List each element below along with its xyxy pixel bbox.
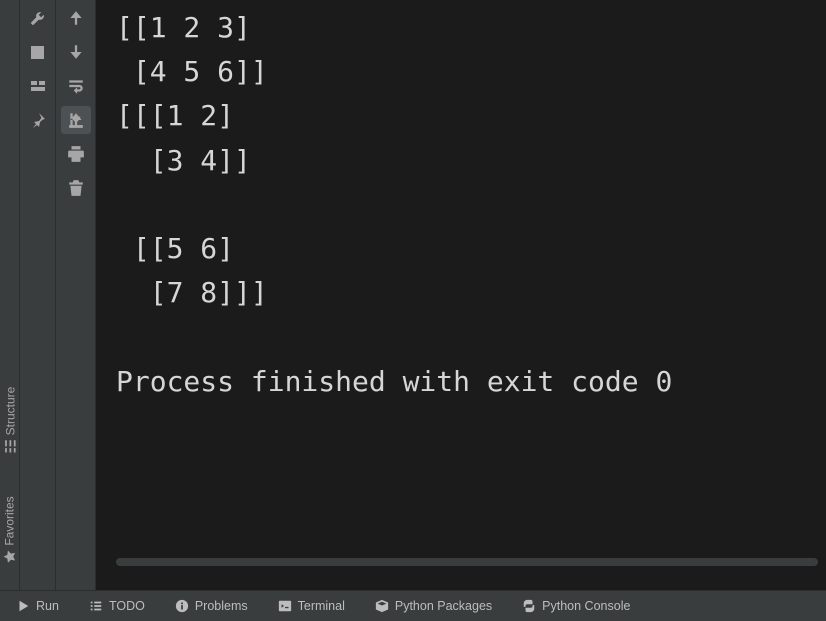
tool-python-console-label: Python Console	[542, 599, 630, 613]
run-gutter	[20, 0, 56, 590]
horizontal-scrollbar[interactable]	[116, 558, 818, 566]
restart-button[interactable]	[24, 4, 52, 32]
left-tab-favorites-label: Favorites	[3, 496, 17, 545]
console-output: [[1 2 3] [4 5 6]] [[[1 2] [3 4]] [[5 6] …	[96, 0, 826, 566]
trash-icon	[67, 179, 85, 197]
stop-icon	[31, 46, 44, 59]
terminal-icon	[278, 599, 292, 613]
list-icon	[89, 599, 103, 613]
info-icon	[175, 599, 189, 613]
tool-terminal-label: Terminal	[298, 599, 345, 613]
bottom-tool-bar: Run TODO Problems Terminal Python Packag…	[0, 590, 826, 621]
soft-wrap-button[interactable]	[61, 72, 91, 100]
left-tab-structure-label: Structure	[3, 387, 17, 436]
layout-button[interactable]	[24, 72, 52, 100]
wrap-icon	[67, 77, 85, 95]
stop-button[interactable]	[24, 38, 52, 66]
pin-button[interactable]	[24, 106, 52, 134]
arrow-up-icon	[67, 9, 85, 27]
printer-icon	[67, 145, 85, 163]
python-icon	[522, 599, 536, 613]
tool-python-packages-label: Python Packages	[395, 599, 492, 613]
scroll-to-end-button[interactable]	[61, 106, 91, 134]
packages-icon	[375, 599, 389, 613]
tool-python-packages[interactable]: Python Packages	[365, 595, 502, 617]
tool-run[interactable]: Run	[6, 595, 69, 617]
arrow-down-icon	[67, 43, 85, 61]
wrench-icon	[30, 10, 46, 26]
tool-problems-label: Problems	[195, 599, 248, 613]
clear-all-button[interactable]	[61, 174, 91, 202]
left-tab-structure[interactable]: Structure	[0, 380, 20, 460]
console-gutter	[56, 0, 96, 590]
play-icon	[16, 599, 30, 613]
structure-icon	[3, 439, 17, 453]
previous-button[interactable]	[61, 4, 91, 32]
tool-terminal[interactable]: Terminal	[268, 595, 355, 617]
tool-todo[interactable]: TODO	[79, 595, 155, 617]
left-tool-strip: Structure Favorites	[0, 0, 20, 590]
tool-python-console[interactable]: Python Console	[512, 595, 640, 617]
scroll-end-icon	[67, 111, 85, 129]
tool-problems[interactable]: Problems	[165, 595, 258, 617]
pin-icon	[30, 112, 46, 128]
print-button[interactable]	[61, 140, 91, 168]
tool-run-label: Run	[36, 599, 59, 613]
layout-icon	[30, 78, 46, 94]
star-icon	[3, 550, 17, 564]
tool-todo-label: TODO	[109, 599, 145, 613]
next-button[interactable]	[61, 38, 91, 66]
left-tab-favorites[interactable]: Favorites	[0, 490, 20, 570]
